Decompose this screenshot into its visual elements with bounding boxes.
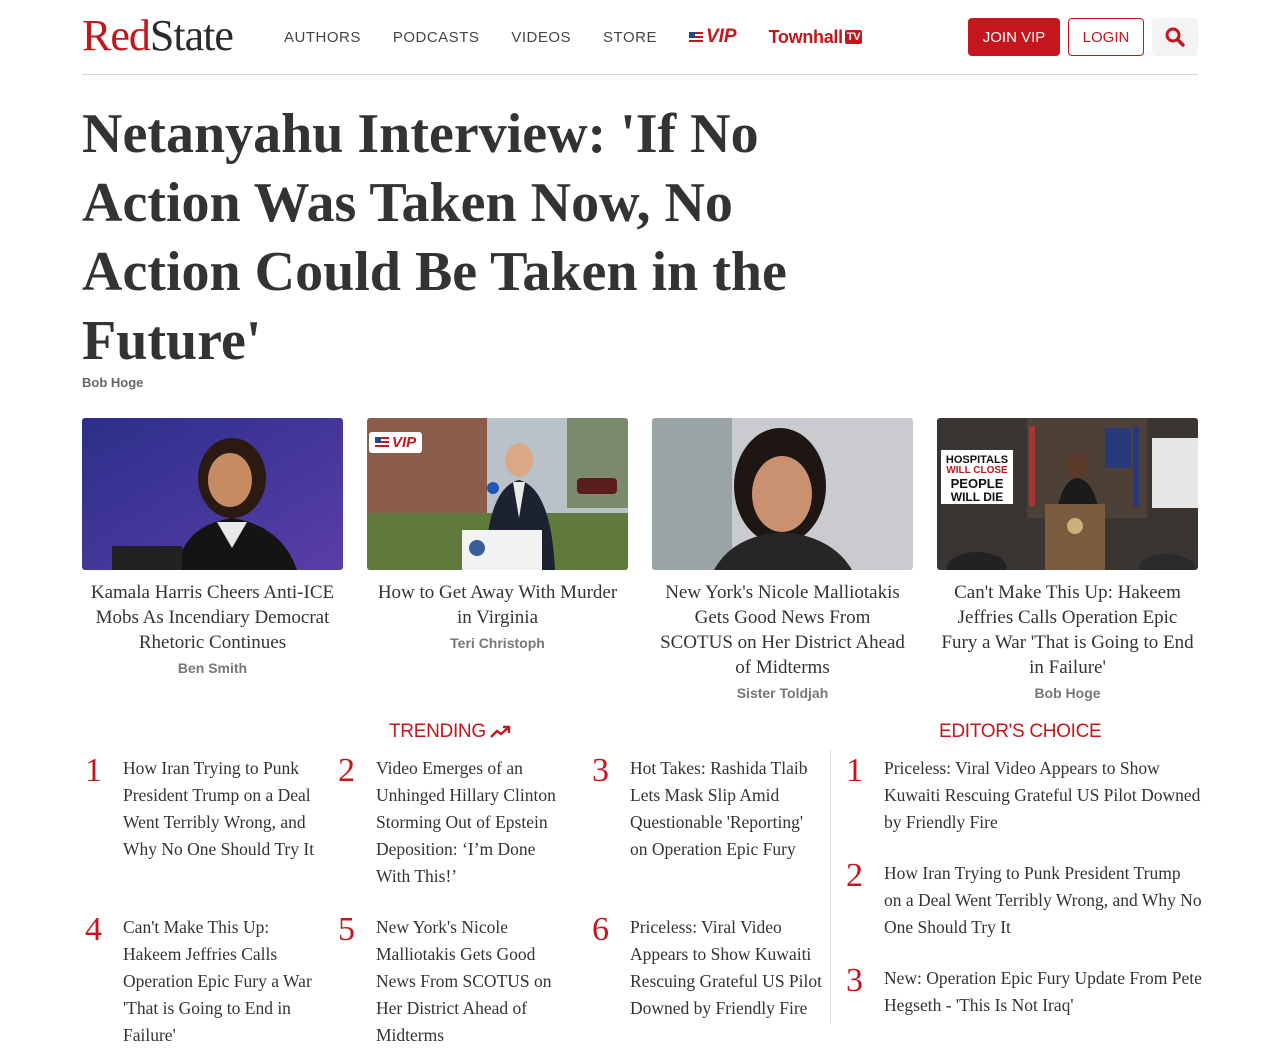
- trending-number: 4: [85, 911, 102, 948]
- sign-line-3: PEOPLE: [951, 476, 1004, 491]
- article-headline[interactable]: Netanyahu Interview: 'If No Action Was T…: [82, 100, 842, 376]
- article-author[interactable]: Bob Hoge: [82, 375, 143, 390]
- search-button[interactable]: [1152, 18, 1198, 56]
- trending-item[interactable]: 5 New York's Nicole Malliotakis Gets Goo…: [338, 911, 570, 1049]
- story-image-harris[interactable]: [82, 418, 343, 570]
- main-nav: AUTHORS PODCASTS VIDEOS STORE VIP Townha…: [284, 26, 863, 48]
- story-author[interactable]: Sister Toldjah: [652, 685, 913, 701]
- story-card[interactable]: VIP How to Get Away With Murder in Virgi…: [367, 418, 628, 651]
- story-title[interactable]: Kamala Harris Cheers Anti-ICE Mobs As In…: [82, 580, 343, 655]
- story-card[interactable]: Kamala Harris Cheers Anti-ICE Mobs As In…: [82, 418, 343, 676]
- editors-choice-item[interactable]: 2 How Iran Trying to Punk President Trum…: [846, 857, 1202, 941]
- trending-item-title[interactable]: Priceless: Viral Video Appears to Show K…: [630, 914, 822, 1022]
- nav-vip[interactable]: VIP: [688, 26, 737, 48]
- sign-line-2: WILL CLOSE: [946, 465, 1008, 476]
- join-vip-button[interactable]: JOIN VIP: [968, 18, 1060, 56]
- flag-icon: [375, 437, 389, 448]
- story-title[interactable]: How to Get Away With Murder in Virginia: [367, 580, 628, 630]
- editors-choice-number: 1: [846, 752, 863, 789]
- editors-choice-label: EDITOR'S CHOICE: [939, 721, 1102, 742]
- login-button[interactable]: LOGIN: [1068, 18, 1144, 56]
- trending-number: 6: [592, 911, 609, 948]
- story-author[interactable]: Ben Smith: [82, 660, 343, 676]
- trending-item-title[interactable]: Hot Takes: Rashida Tlaib Lets Mask Slip …: [630, 755, 822, 863]
- story-card[interactable]: New York's Nicole Malliotakis Gets Good …: [652, 418, 913, 701]
- trending-item-title[interactable]: Video Emerges of an Unhinged Hillary Cli…: [376, 755, 570, 890]
- nav-store[interactable]: STORE: [603, 29, 657, 46]
- editors-choice-number: 2: [846, 857, 863, 894]
- story-author[interactable]: Teri Christoph: [367, 635, 628, 651]
- nav-authors[interactable]: AUTHORS: [284, 29, 361, 46]
- trending-label: TRENDING: [389, 721, 486, 742]
- trending-item[interactable]: 4 Can't Make This Up: Hakeem Jeffries Ca…: [85, 911, 315, 1049]
- trending-item[interactable]: 2 Video Emerges of an Unhinged Hillary C…: [338, 752, 570, 890]
- trending-item-title[interactable]: Can't Make This Up: Hakeem Jeffries Call…: [123, 914, 315, 1049]
- story-card[interactable]: HOSPITALS WILL CLOSE PEOPLE WILL DIE Can…: [937, 418, 1198, 701]
- townhall-label: Townhall: [768, 26, 844, 47]
- search-icon: [1165, 27, 1185, 47]
- logo-dark-text: State: [149, 11, 234, 60]
- vip-badge: VIP: [369, 432, 423, 453]
- nav-videos[interactable]: VIDEOS: [511, 29, 571, 46]
- editors-choice-item-title[interactable]: Priceless: Viral Video Appears to Show K…: [884, 755, 1202, 836]
- story-image-jeffries[interactable]: HOSPITALS WILL CLOSE PEOPLE WILL DIE: [937, 418, 1198, 570]
- trending-arrow-icon: [489, 725, 511, 738]
- tv-badge: TV: [844, 30, 863, 44]
- trending-item[interactable]: 3 Hot Takes: Rashida Tlaib Lets Mask Sli…: [592, 752, 822, 863]
- trending-item-title[interactable]: How Iran Trying to Punk President Trump …: [123, 755, 315, 863]
- vip-badge-label: VIP: [392, 434, 417, 451]
- trending-item[interactable]: 1 How Iran Trying to Punk President Trum…: [85, 752, 315, 863]
- story-image-virginia[interactable]: VIP: [367, 418, 628, 570]
- trending-number: 2: [338, 752, 355, 789]
- logo-red-text: Red: [82, 11, 151, 60]
- editors-choice-item-title[interactable]: How Iran Trying to Punk President Trump …: [884, 860, 1202, 941]
- trending-item[interactable]: 6 Priceless: Viral Video Appears to Show…: [592, 911, 822, 1022]
- trending-item-title[interactable]: New York's Nicole Malliotakis Gets Good …: [376, 914, 570, 1049]
- story-author[interactable]: Bob Hoge: [937, 685, 1198, 701]
- editors-choice-title: EDITOR'S CHOICE: [939, 721, 1102, 743]
- editors-choice-item-title[interactable]: New: Operation Epic Fury Update From Pet…: [884, 965, 1202, 1019]
- trending-number: 1: [85, 752, 102, 789]
- nav-townhall-tv[interactable]: Townhall TV: [769, 27, 863, 48]
- site-header: RedState AUTHORS PODCASTS VIDEOS STORE V…: [82, 0, 1198, 75]
- redstate-logo[interactable]: RedState: [82, 11, 234, 60]
- editors-choice-item[interactable]: 1 Priceless: Viral Video Appears to Show…: [846, 752, 1202, 836]
- vip-label: VIP: [705, 26, 737, 47]
- flag-icon: [688, 31, 703, 43]
- sign-line-4: WILL DIE: [951, 490, 1003, 504]
- story-title[interactable]: Can't Make This Up: Hakeem Jeffries Call…: [937, 580, 1198, 680]
- editors-choice-item[interactable]: 3 New: Operation Epic Fury Update From P…: [846, 962, 1202, 1019]
- story-title[interactable]: New York's Nicole Malliotakis Gets Good …: [652, 580, 913, 680]
- section-divider: [830, 750, 831, 1024]
- story-image-malliotakis[interactable]: [652, 418, 913, 570]
- nav-podcasts[interactable]: PODCASTS: [393, 29, 480, 46]
- editors-choice-number: 3: [846, 962, 863, 999]
- trending-title: TRENDING: [389, 721, 512, 743]
- trending-number: 5: [338, 911, 355, 948]
- trending-number: 3: [592, 752, 609, 789]
